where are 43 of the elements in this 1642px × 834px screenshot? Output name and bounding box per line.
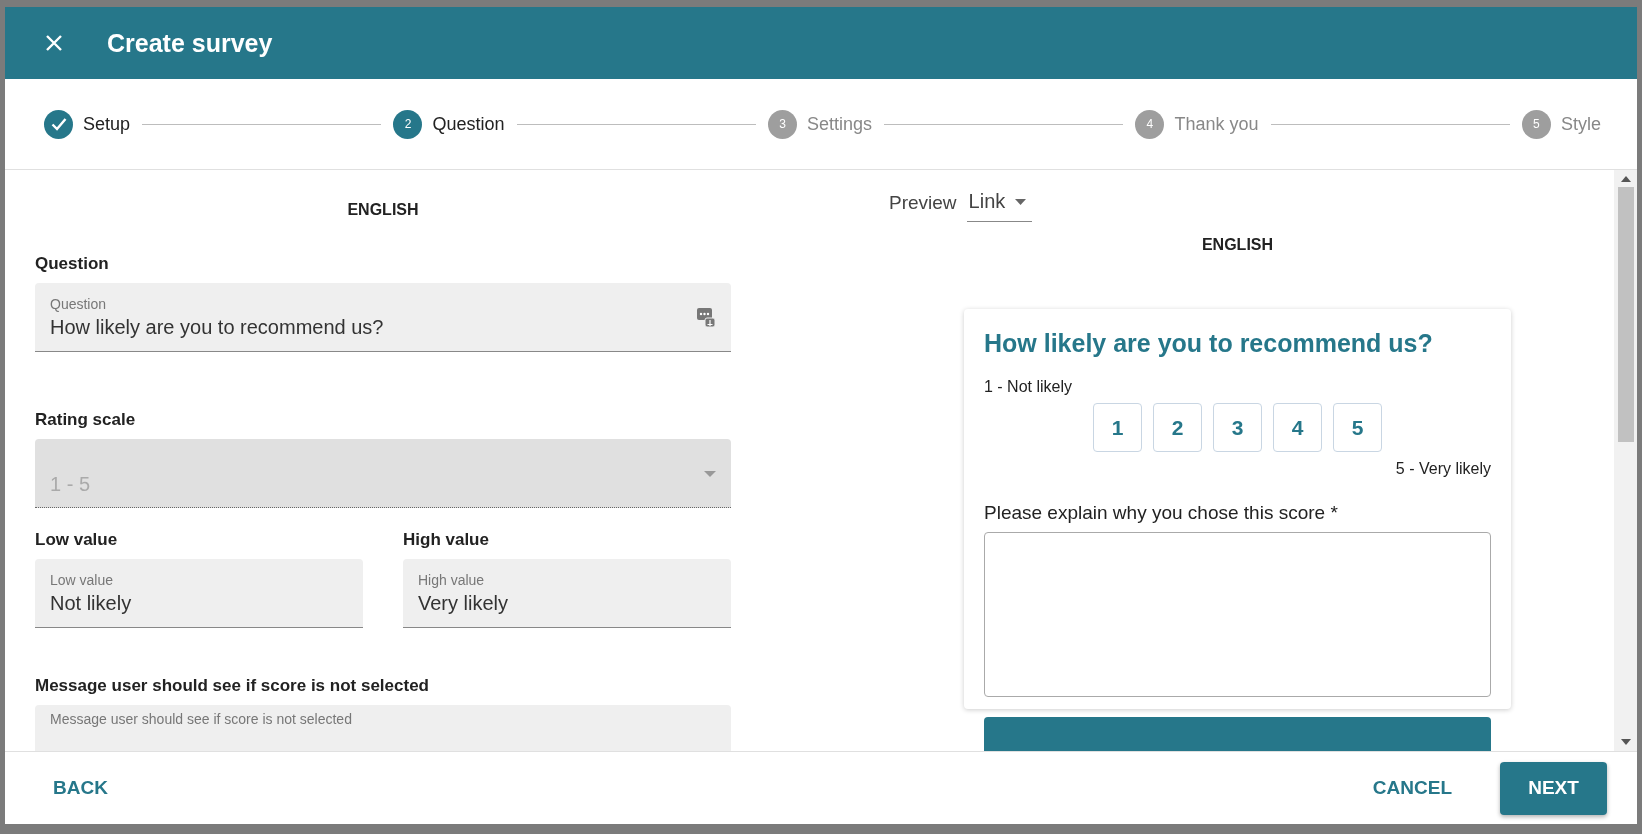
- step[interactable]: 2 Question: [393, 109, 505, 139]
- score-button[interactable]: 2: [1153, 403, 1202, 452]
- field-heading: High value: [403, 530, 490, 550]
- dialog-title: Create survey: [107, 28, 273, 58]
- field-heading: Message user should see if score is not selected: [35, 676, 430, 696]
- score-button[interactable]: 5: [1333, 403, 1382, 452]
- high-value-field[interactable]: High value Very likely: [403, 559, 731, 628]
- field-heading: Rating scale: [35, 410, 137, 430]
- step[interactable]: Setup: [44, 109, 131, 139]
- scroll-down-icon[interactable]: [1620, 739, 1631, 745]
- comment-label: Please explain why you chose this score *: [984, 502, 1339, 524]
- question-field[interactable]: Question How likely are you to recommend us?: [35, 283, 731, 352]
- high-label: 5 - Very likely: [1394, 460, 1491, 478]
- scroll-up-icon[interactable]: [1620, 176, 1631, 182]
- low-label: 1 - Not likely: [984, 378, 1074, 396]
- language-heading: ENGLISH: [346, 201, 420, 219]
- comment-field[interactable]: [984, 532, 1491, 697]
- step-indicator: 4: [1135, 109, 1165, 139]
- score-button[interactable]: 3: [1213, 403, 1262, 452]
- cancel-button[interactable]: CANCEL: [1354, 767, 1470, 809]
- step[interactable]: 5 Style: [1521, 109, 1601, 139]
- scrollbar-thumb[interactable]: [1617, 187, 1634, 442]
- preview-label: Preview: [889, 192, 957, 215]
- field-heading: Low value: [35, 530, 119, 550]
- message-field[interactable]: Message user should see if score is not selected: [35, 705, 731, 751]
- step-indicator: 5: [1521, 109, 1551, 139]
- low-value-field[interactable]: Low value Not likely: [35, 559, 363, 628]
- next-button[interactable]: NEXT: [1500, 761, 1607, 815]
- score-button[interactable]: 1: [1093, 403, 1142, 452]
- back-button[interactable]: BACK: [35, 767, 126, 809]
- caret-icon: [704, 471, 716, 477]
- field-heading: Question: [35, 254, 110, 274]
- step-indicator: 3: [767, 109, 797, 139]
- step[interactable]: 4 Thank you: [1135, 109, 1259, 139]
- chat-badge-icon[interactable]: [696, 306, 716, 328]
- survey-question: How likely are you to recommend us?: [984, 329, 1434, 358]
- step-indicator: 2: [393, 109, 423, 139]
- preview-mode-select[interactable]: Link: [966, 190, 1033, 222]
- check-icon: [50, 117, 67, 131]
- step[interactable]: 3 Settings: [767, 109, 872, 139]
- caret-icon: [1015, 198, 1027, 205]
- score-button[interactable]: 4: [1273, 403, 1322, 452]
- language-heading: ENGLISH: [1200, 236, 1275, 254]
